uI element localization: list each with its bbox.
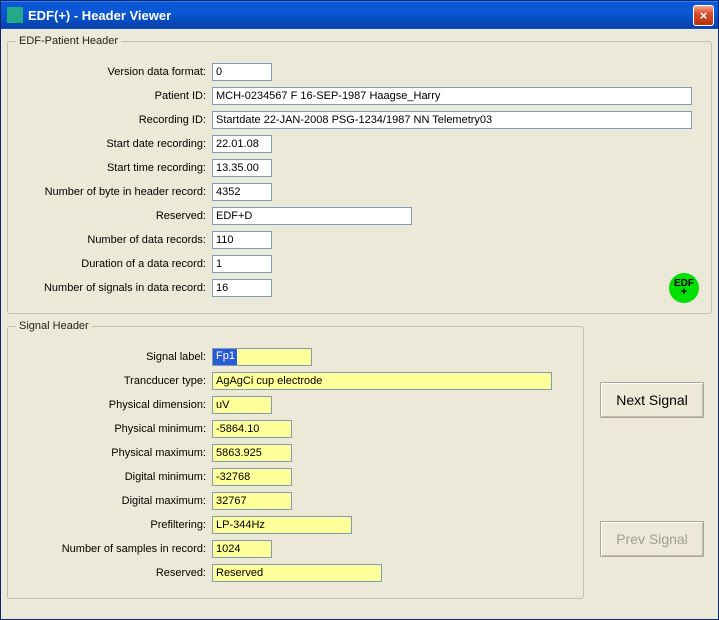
num-records-label: Number of data records:: [16, 234, 212, 246]
patient-id-field[interactable]: [212, 87, 692, 105]
phys-min-field[interactable]: [212, 420, 292, 438]
phys-dim-label: Physical dimension:: [16, 399, 212, 411]
dig-min-field[interactable]: [212, 468, 292, 486]
num-records-field[interactable]: [212, 231, 272, 249]
close-icon: ×: [700, 8, 708, 23]
recording-id-label: Recording ID:: [16, 114, 212, 126]
prefiltering-label: Prefiltering:: [16, 519, 212, 531]
start-date-label: Start date recording:: [16, 138, 212, 150]
dig-min-label: Digital minimum:: [16, 471, 212, 483]
patient-header-legend: EDF-Patient Header: [16, 35, 121, 47]
signal-label-label: Signal label:: [16, 351, 212, 363]
reserved-field[interactable]: [212, 207, 412, 225]
next-signal-button[interactable]: Next Signal: [600, 382, 704, 418]
transducer-label: Trancducer type:: [16, 375, 212, 387]
signal-header-legend: Signal Header: [16, 320, 92, 332]
num-bytes-field[interactable]: [212, 183, 272, 201]
window-title: EDF(+) - Header Viewer: [28, 8, 693, 23]
phys-max-label: Physical maximum:: [16, 447, 212, 459]
recording-id-field[interactable]: [212, 111, 692, 129]
sig-reserved-field[interactable]: [212, 564, 382, 582]
start-date-field[interactable]: [212, 135, 272, 153]
patient-id-label: Patient ID:: [16, 90, 212, 102]
titlebar: EDF(+) - Header Viewer ×: [1, 1, 718, 29]
version-label: Version data format:: [16, 66, 212, 78]
prefiltering-field[interactable]: [212, 516, 352, 534]
edf-plus-badge: EDF +: [669, 273, 699, 303]
num-samples-field[interactable]: [212, 540, 272, 558]
sig-reserved-label: Reserved:: [16, 567, 212, 579]
version-field[interactable]: [212, 63, 272, 81]
duration-field[interactable]: [212, 255, 272, 273]
num-bytes-label: Number of byte in header record:: [16, 186, 212, 198]
num-samples-label: Number of samples in record:: [16, 543, 212, 555]
prev-signal-button[interactable]: Prev Signal: [600, 521, 704, 557]
window: EDF(+) - Header Viewer × EDF-Patient Hea…: [0, 0, 719, 620]
start-time-label: Start time recording:: [16, 162, 212, 174]
num-signals-label: Number of signals in data record:: [16, 282, 212, 294]
dig-max-label: Digital maximum:: [16, 495, 212, 507]
app-icon: [7, 7, 23, 23]
phys-max-field[interactable]: [212, 444, 292, 462]
lower-pane: Signal Header Signal label: Fp1 Trancduc…: [7, 320, 712, 599]
phys-min-label: Physical minimum:: [16, 423, 212, 435]
duration-label: Duration of a data record:: [16, 258, 212, 270]
signal-header-group: Signal Header Signal label: Fp1 Trancduc…: [7, 320, 584, 599]
client-area: EDF-Patient Header Version data format: …: [1, 29, 718, 619]
transducer-field[interactable]: [212, 372, 552, 390]
dig-max-field[interactable]: [212, 492, 292, 510]
num-signals-field[interactable]: [212, 279, 272, 297]
signal-label-field[interactable]: Fp1: [212, 348, 312, 366]
nav-column: Next Signal Prev Signal: [592, 320, 712, 599]
reserved-label: Reserved:: [16, 210, 212, 222]
start-time-field[interactable]: [212, 159, 272, 177]
phys-dim-field[interactable]: [212, 396, 272, 414]
close-button[interactable]: ×: [693, 5, 714, 26]
patient-header-group: EDF-Patient Header Version data format: …: [7, 35, 712, 314]
